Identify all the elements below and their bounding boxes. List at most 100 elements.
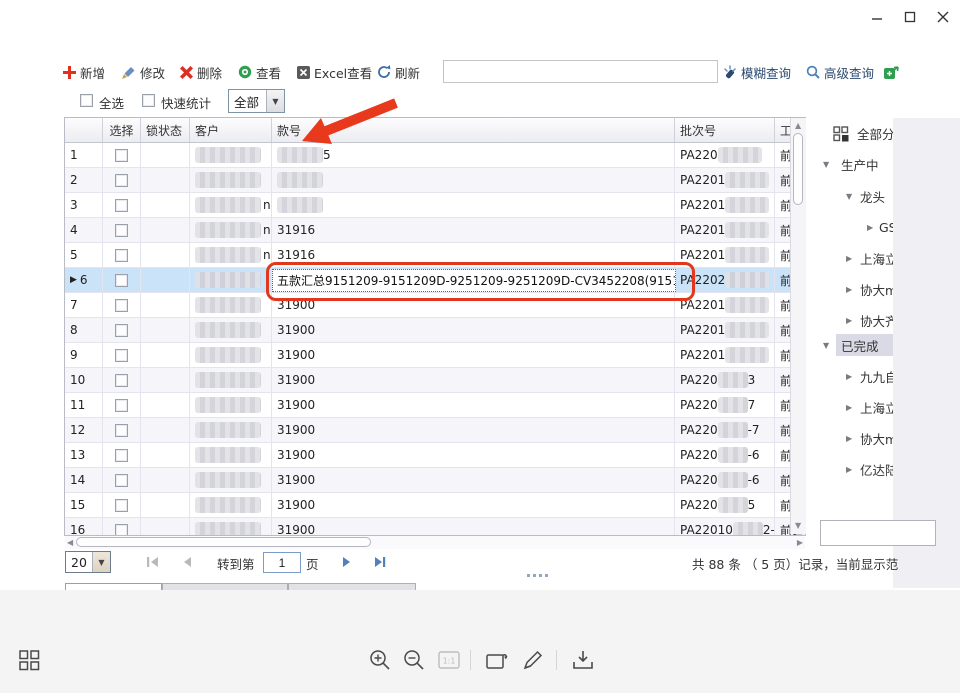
tree-collapsed-icon[interactable]: ▶ <box>846 316 852 325</box>
table-row[interactable]: 931900PA2201前道 <box>65 343 805 368</box>
select-cell[interactable] <box>103 168 141 192</box>
row-checkbox[interactable] <box>115 424 128 437</box>
chevron-down-icon[interactable]: ▼ <box>266 90 284 112</box>
page-number-input[interactable] <box>263 552 301 573</box>
tree-item-生产中[interactable]: ▼生产中 <box>808 153 893 175</box>
column-header-4[interactable]: 款号 <box>272 118 675 142</box>
tree-expanded-icon[interactable]: ▼ <box>846 192 852 201</box>
column-header-5[interactable]: 批次号 <box>675 118 775 142</box>
table-row[interactable]: 2PA2201前道 <box>65 168 805 193</box>
tree-item-全部分[interactable]: 全部分 <box>808 122 893 144</box>
scope-dropdown[interactable]: 全部 ▼ <box>228 89 285 113</box>
select-cell[interactable] <box>103 343 141 367</box>
tree-collapsed-icon[interactable]: ▶ <box>846 254 852 263</box>
select-cell[interactable] <box>103 243 141 267</box>
row-checkbox[interactable] <box>115 199 128 212</box>
tree-item-亿达陆[interactable]: ▶亿达陆 <box>808 458 893 480</box>
select-cell[interactable] <box>103 193 141 217</box>
row-checkbox[interactable] <box>115 449 128 462</box>
row-checkbox[interactable] <box>115 224 128 237</box>
download-button[interactable] <box>571 648 595 672</box>
select-cell[interactable] <box>103 468 141 492</box>
last-page-button[interactable] <box>372 554 386 573</box>
row-checkbox[interactable] <box>115 274 128 287</box>
row-checkbox[interactable] <box>115 249 128 262</box>
tree-item-GS[interactable]: ▶GS <box>808 216 893 238</box>
tree-item-协大m[interactable]: ▶协大m <box>808 427 893 449</box>
table-row[interactable]: 1131900PA2207前道 <box>65 393 805 418</box>
select-cell[interactable] <box>103 393 141 417</box>
vertical-scrollbar[interactable]: ▲ ▼ <box>790 118 806 534</box>
row-checkbox[interactable] <box>115 474 128 487</box>
prev-page-button[interactable] <box>180 554 194 573</box>
tree-collapsed-icon[interactable]: ▶ <box>846 372 852 381</box>
style-number-selected-cell[interactable]: 五款汇总9151209-9151209D-9251209-9251209D-CV… <box>272 269 676 292</box>
select-cell[interactable] <box>103 493 141 517</box>
sidebar-input[interactable] <box>820 520 936 546</box>
edit-button[interactable]: 修改 <box>122 61 165 83</box>
select-cell[interactable] <box>103 143 141 167</box>
tree-collapsed-icon[interactable]: ▶ <box>846 403 852 412</box>
tree-collapsed-icon[interactable]: ▶ <box>846 285 852 294</box>
view-button[interactable]: 查看 <box>238 61 281 83</box>
close-button[interactable] <box>930 6 956 28</box>
tree-item-协大齐[interactable]: ▶协大齐 <box>808 309 893 331</box>
tree-item-已完成[interactable]: ▼已完成 <box>808 334 893 356</box>
table-row[interactable]: 1331900PA220-6前道 <box>65 443 805 468</box>
table-row[interactable]: 831900PA2201前道 <box>65 318 805 343</box>
annotate-button[interactable] <box>521 648 545 672</box>
row-checkbox[interactable] <box>115 324 128 337</box>
horizontal-scrollbar-thumb[interactable] <box>76 537 371 547</box>
actual-size-button[interactable]: 1:1 <box>437 648 461 672</box>
advanced-query-button[interactable]: 高级查询 <box>806 61 874 83</box>
export-button[interactable] <box>884 61 899 83</box>
select-cell[interactable] <box>103 418 141 442</box>
maximize-button[interactable] <box>897 6 923 28</box>
select-cell[interactable] <box>103 368 141 392</box>
tree-item-上海立[interactable]: ▶上海立 <box>808 396 893 418</box>
vertical-scrollbar-thumb[interactable] <box>793 133 803 205</box>
horizontal-scrollbar[interactable]: ◀ ▶ <box>65 536 805 549</box>
first-page-button[interactable] <box>146 554 160 573</box>
search-input[interactable] <box>443 60 718 83</box>
fuzzy-query-button[interactable]: 模糊查询 <box>722 61 791 83</box>
select-cell[interactable] <box>103 218 141 242</box>
next-page-button[interactable] <box>339 554 353 573</box>
scroll-down-icon[interactable]: ▼ <box>795 522 801 530</box>
tree-expanded-icon[interactable]: ▼ <box>823 341 829 350</box>
quick-stats-checkbox[interactable] <box>142 94 155 107</box>
select-cell[interactable] <box>103 318 141 342</box>
add-button[interactable]: 新增 <box>63 61 105 83</box>
row-checkbox[interactable] <box>115 499 128 512</box>
scroll-right-icon[interactable]: ▶ <box>797 539 803 547</box>
delete-button[interactable]: 删除 <box>180 61 222 83</box>
tree-item-九九自[interactable]: ▶九九自 <box>808 365 893 387</box>
chevron-down-icon[interactable]: ▼ <box>92 552 110 572</box>
zoom-out-button[interactable] <box>402 648 426 672</box>
column-header-0[interactable] <box>65 118 103 142</box>
tree-item-龙头[interactable]: ▼龙头 <box>808 185 893 207</box>
column-header-3[interactable]: 客户 <box>190 118 272 142</box>
tree-collapsed-icon[interactable]: ▶ <box>846 434 852 443</box>
rotate-button[interactable] <box>486 648 510 672</box>
excel-view-button[interactable]: Excel查看 <box>297 61 372 83</box>
table-row[interactable]: 1231900PA220-7前道 <box>65 418 805 443</box>
select-cell[interactable] <box>103 293 141 317</box>
column-header-1[interactable]: 选择 <box>103 118 141 142</box>
table-row[interactable]: 1631900PA220102-5前道 <box>65 518 805 536</box>
table-row[interactable]: 1431900PA220-6前道 <box>65 468 805 493</box>
table-row[interactable]: 15PA220前道 <box>65 143 805 168</box>
row-checkbox[interactable] <box>115 299 128 312</box>
row-checkbox[interactable] <box>115 374 128 387</box>
refresh-button[interactable]: 刷新 <box>377 61 420 83</box>
table-row[interactable]: 五款汇总9151209-9151209D-9251209-9251209D-CV… <box>65 268 805 293</box>
table-row[interactable]: 5n31916PA2201前道 <box>65 243 805 268</box>
table-row[interactable]: 4n31916PA2201前道 <box>65 218 805 243</box>
table-row[interactable]: 731900PA2201前道 <box>65 293 805 318</box>
row-checkbox[interactable] <box>115 399 128 412</box>
scroll-left-icon[interactable]: ◀ <box>67 539 73 547</box>
row-checkbox[interactable] <box>115 149 128 162</box>
select-cell[interactable] <box>103 268 141 292</box>
row-checkbox[interactable] <box>115 174 128 187</box>
tree-item-上海立[interactable]: ▶上海立 <box>808 247 893 269</box>
